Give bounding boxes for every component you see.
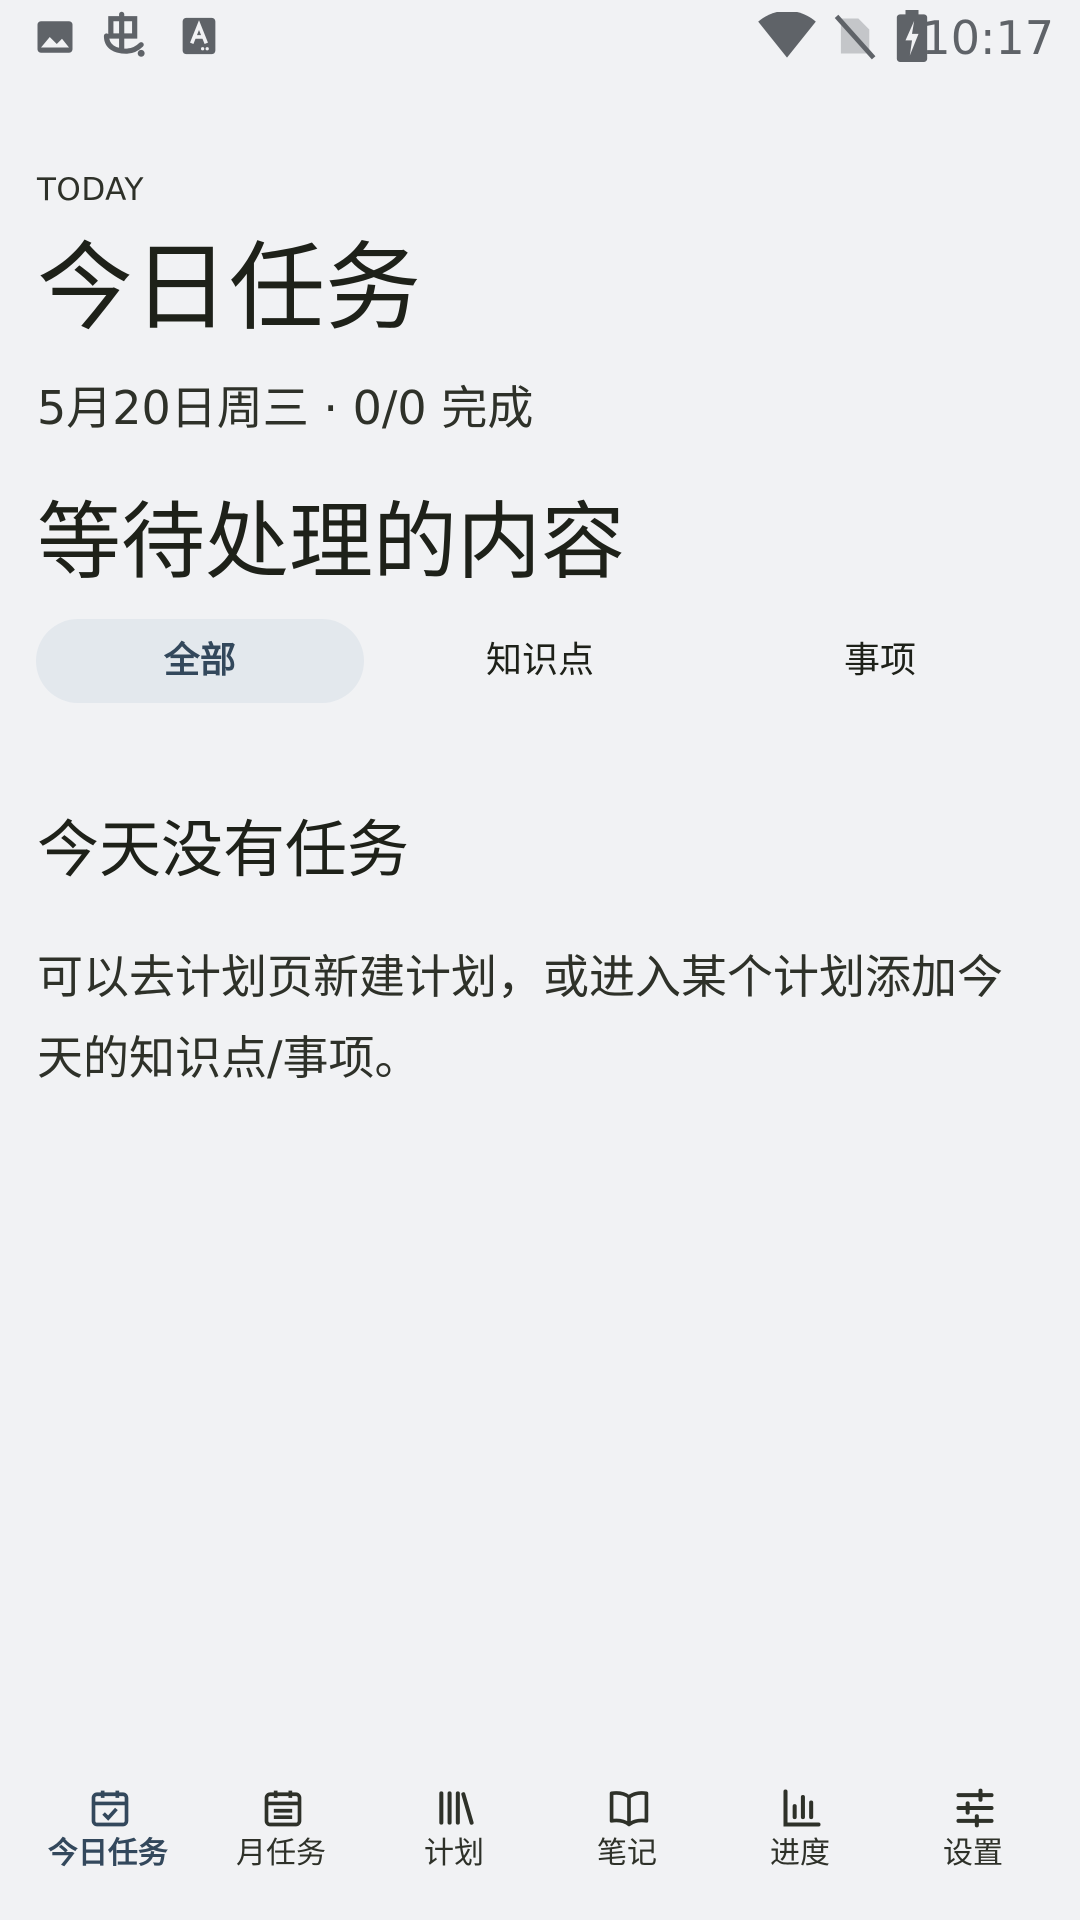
nav-label: 月任务 bbox=[236, 1836, 326, 1871]
filter-tabs: 全部 知识点 事项 bbox=[36, 619, 1044, 703]
tab-items[interactable]: 事项 bbox=[716, 619, 1044, 703]
nav-label: 笔记 bbox=[597, 1836, 657, 1871]
app-logo-icon bbox=[103, 11, 145, 57]
bottom-nav: 今日任务 月任务 计划 笔记 进度 设置 bbox=[0, 1760, 1080, 1920]
status-bar: 10:17 bbox=[0, 0, 1080, 76]
nav-label: 计划 bbox=[424, 1836, 484, 1871]
empty-state-description: 可以去计划页新建计划，或进入某个计划添加今天的知识点/事项。 bbox=[37, 950, 1003, 1085]
nav-label: 设置 bbox=[943, 1836, 1003, 1871]
nav-item-plans[interactable]: 计划 bbox=[368, 1760, 540, 1920]
tab-all[interactable]: 全部 bbox=[36, 619, 364, 703]
image-icon bbox=[37, 21, 73, 53]
pending-section-title: 等待处理的内容 bbox=[37, 493, 626, 591]
bar-chart-icon bbox=[783, 1789, 821, 1827]
nav-item-month-tasks[interactable]: 月任务 bbox=[195, 1760, 367, 1920]
tab-knowledge-points[interactable]: 知识点 bbox=[376, 619, 704, 703]
empty-state-title: 今天没有任务 bbox=[37, 813, 410, 886]
page-title: 今日任务 bbox=[37, 232, 421, 344]
nav-item-progress[interactable]: 进度 bbox=[714, 1760, 886, 1920]
today-eyebrow: TODAY bbox=[37, 172, 144, 208]
calendar-month-icon bbox=[264, 1790, 302, 1827]
nav-label: 今日任务 bbox=[48, 1836, 168, 1871]
nav-item-notes[interactable]: 笔记 bbox=[541, 1760, 713, 1920]
accessibility-icon bbox=[182, 17, 216, 55]
nav-label: 进度 bbox=[770, 1836, 830, 1871]
wifi-icon bbox=[758, 12, 816, 58]
page-subtitle: 5月20日周三 · 0/0 完成 bbox=[37, 381, 534, 435]
book-open-icon bbox=[609, 1791, 649, 1827]
nav-item-settings[interactable]: 设置 bbox=[887, 1760, 1059, 1920]
nav-item-today-tasks[interactable]: 今日任务 bbox=[22, 1760, 194, 1920]
no-sim-icon bbox=[834, 14, 876, 60]
library-icon bbox=[439, 1791, 474, 1825]
calendar-check-icon bbox=[91, 1790, 129, 1827]
sliders-icon bbox=[956, 1788, 994, 1828]
status-time: 10:17 bbox=[921, 11, 1054, 65]
